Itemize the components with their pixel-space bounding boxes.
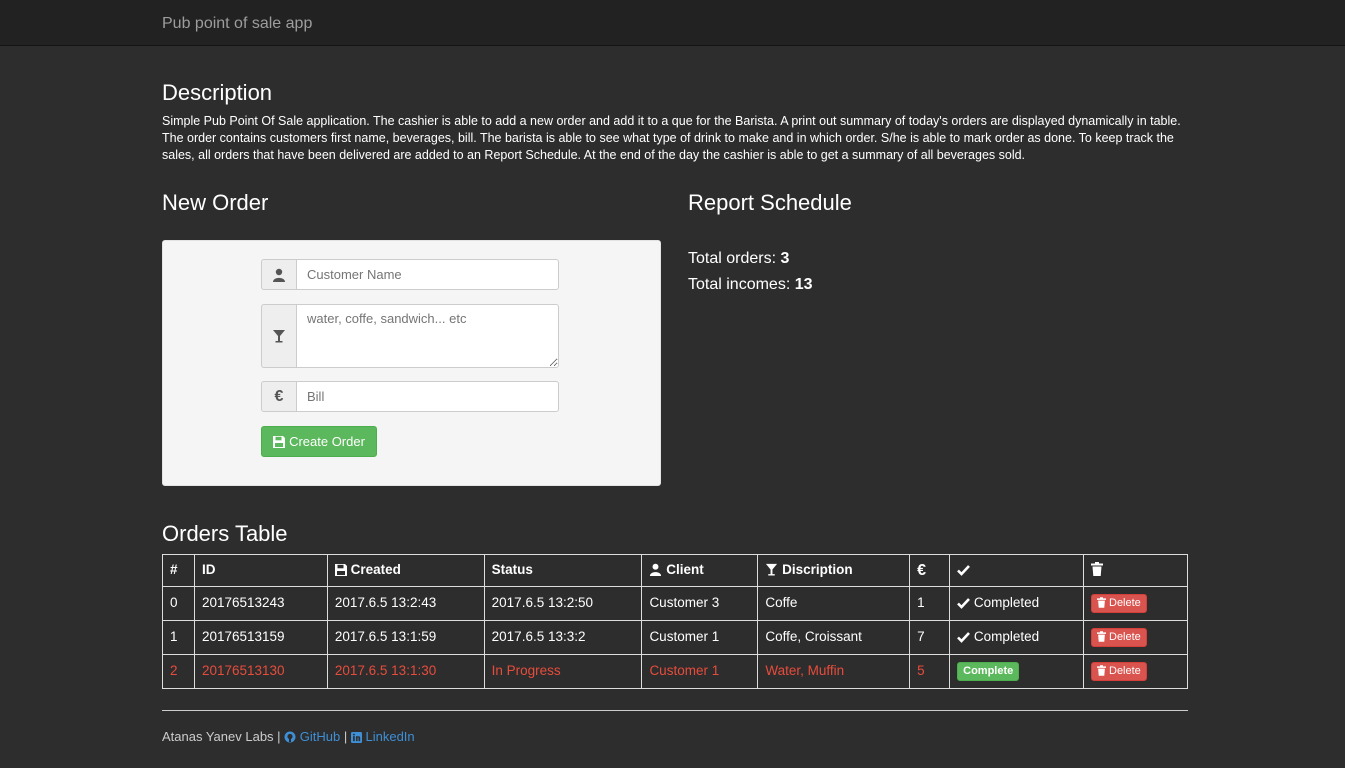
trash-icon bbox=[1097, 665, 1106, 678]
total-orders-label: Total orders: bbox=[688, 250, 781, 267]
cell-delete: Delete bbox=[1083, 586, 1188, 621]
table-row: 1 20176513159 2017.6.5 13:1:59 2017.6.5 … bbox=[162, 620, 1188, 655]
cell-state: Complete bbox=[949, 654, 1084, 689]
table-row: 0 20176513243 2017.6.5 13:2:43 2017.6.5 … bbox=[162, 586, 1188, 621]
bill-input[interactable] bbox=[296, 381, 559, 412]
cell-client: Customer 3 bbox=[641, 586, 759, 621]
beverages-textarea[interactable] bbox=[296, 304, 559, 368]
delete-label: Delete bbox=[1109, 596, 1141, 609]
customer-name-input[interactable] bbox=[296, 259, 559, 290]
delete-label: Delete bbox=[1109, 664, 1141, 677]
cell-description: Water, Muffin bbox=[757, 654, 911, 689]
table-row: 2 20176513130 2017.6.5 13:1:30 In Progre… bbox=[162, 654, 1188, 689]
user-icon bbox=[261, 259, 296, 290]
new-order-title: New Order bbox=[162, 190, 269, 215]
app-brand[interactable]: Pub point of sale app bbox=[162, 14, 312, 33]
new-order-panel: € Create Order bbox=[162, 240, 661, 486]
beverages-group bbox=[261, 304, 559, 368]
header-euro: € bbox=[909, 554, 951, 587]
cell-delete: Delete bbox=[1083, 654, 1188, 689]
delete-label: Delete bbox=[1109, 630, 1141, 643]
create-order-label: Create Order bbox=[289, 433, 365, 449]
footer: Atanas Yanev Labs | GitHub | LinkedIn bbox=[162, 729, 415, 745]
linkedin-label: LinkedIn bbox=[365, 729, 415, 744]
cell-id: 20176513243 bbox=[193, 586, 328, 621]
cell-status: 2017.6.5 13:3:2 bbox=[483, 620, 643, 655]
navbar: Pub point of sale app bbox=[0, 0, 1345, 46]
cell-created: 2017.6.5 13:2:43 bbox=[326, 586, 485, 621]
user-icon bbox=[649, 562, 662, 577]
header-trash bbox=[1083, 554, 1188, 587]
cell-client: Customer 1 bbox=[641, 654, 759, 689]
checkmark-icon bbox=[957, 562, 971, 577]
header-client: Client bbox=[641, 554, 759, 587]
cell-created: 2017.6.5 13:1:30 bbox=[326, 654, 485, 689]
cell-num: 2 bbox=[162, 654, 195, 689]
header-client-label: Client bbox=[666, 562, 704, 578]
customer-name-group bbox=[261, 259, 559, 290]
github-link[interactable]: GitHub bbox=[284, 729, 344, 744]
cell-state: Completed bbox=[949, 620, 1084, 655]
cell-id: 20176513130 bbox=[193, 654, 328, 689]
total-incomes-value: 13 bbox=[794, 276, 813, 293]
total-orders: Total orders: 3 bbox=[688, 249, 789, 268]
total-orders-value: 3 bbox=[780, 250, 790, 267]
cell-id: 20176513159 bbox=[193, 620, 328, 655]
table-header-row: # ID Created Status Client Discription € bbox=[162, 554, 1188, 587]
cell-client: Customer 1 bbox=[641, 620, 759, 655]
create-order-button[interactable]: Create Order bbox=[261, 426, 377, 457]
cell-description: Coffe bbox=[757, 586, 911, 621]
orders-table-title: Orders Table bbox=[162, 521, 288, 546]
completed-label: Completed bbox=[973, 595, 1040, 611]
total-incomes-label: Total incomes: bbox=[688, 276, 795, 293]
header-created: Created bbox=[326, 554, 485, 587]
total-incomes: Total incomes: 13 bbox=[688, 275, 813, 294]
linkedin-icon bbox=[350, 729, 362, 744]
delete-button[interactable]: Delete bbox=[1091, 661, 1147, 682]
cell-created: 2017.6.5 13:1:59 bbox=[326, 620, 485, 655]
completed-label: Completed bbox=[973, 629, 1040, 645]
trash-icon bbox=[1097, 597, 1106, 610]
footer-divider bbox=[162, 710, 1188, 711]
github-label: GitHub bbox=[299, 729, 341, 744]
header-status: Status bbox=[483, 554, 643, 587]
cocktail-glass-icon bbox=[261, 304, 296, 368]
header-num: # bbox=[162, 554, 195, 587]
euro-icon: € bbox=[261, 381, 296, 412]
complete-button[interactable]: Complete bbox=[957, 661, 1020, 682]
footer-author: Atanas Yanev Labs | bbox=[162, 729, 285, 744]
header-description: Discription bbox=[757, 554, 911, 587]
footer-separator: | bbox=[343, 729, 351, 744]
header-done bbox=[949, 554, 1084, 587]
cell-bill: 5 bbox=[909, 654, 951, 689]
header-description-label: Discription bbox=[782, 562, 853, 578]
trash-icon bbox=[1091, 562, 1103, 577]
description-text: Simple Pub Point Of Sale application. Th… bbox=[162, 114, 1181, 162]
bill-group: € bbox=[261, 381, 559, 412]
checkmark-icon bbox=[957, 629, 971, 644]
cell-delete: Delete bbox=[1083, 620, 1188, 655]
trash-icon bbox=[1097, 631, 1106, 644]
floppy-disk-icon bbox=[334, 562, 347, 577]
header-id: ID bbox=[193, 554, 328, 587]
cell-description: Coffe, Croissant bbox=[757, 620, 911, 655]
cell-state: Completed bbox=[949, 586, 1084, 621]
cell-num: 1 bbox=[162, 620, 195, 655]
floppy-disk-icon bbox=[273, 434, 286, 450]
cocktail-glass-icon bbox=[765, 562, 778, 577]
cell-status: 2017.6.5 13:2:50 bbox=[483, 586, 643, 621]
cell-status: In Progress bbox=[483, 654, 643, 689]
description-title: Description bbox=[162, 80, 273, 105]
cell-num: 0 bbox=[162, 586, 195, 621]
cell-bill: 1 bbox=[909, 586, 951, 621]
report-schedule-title: Report Schedule bbox=[688, 190, 852, 215]
header-created-label: Created bbox=[350, 562, 401, 578]
delete-button[interactable]: Delete bbox=[1091, 627, 1147, 648]
linkedin-link[interactable]: LinkedIn bbox=[350, 729, 415, 744]
orders-table: # ID Created Status Client Discription € bbox=[162, 554, 1188, 689]
checkmark-icon bbox=[957, 595, 971, 610]
cell-bill: 7 bbox=[909, 620, 951, 655]
github-icon bbox=[284, 729, 296, 744]
delete-button[interactable]: Delete bbox=[1091, 593, 1147, 614]
